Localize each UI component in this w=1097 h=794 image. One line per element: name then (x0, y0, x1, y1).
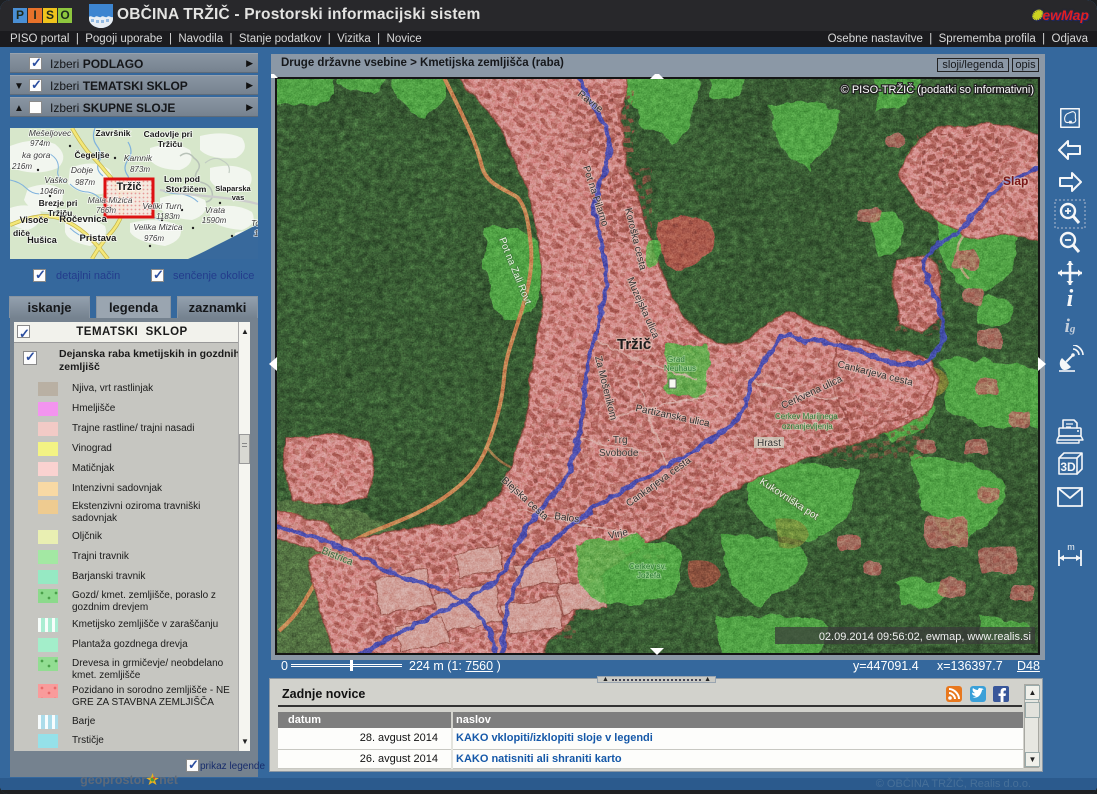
svg-text:Tržič: Tržič (617, 336, 651, 353)
svg-text:Hrast: Hrast (757, 438, 781, 449)
svg-text:Cerkev Marijnega: Cerkev Marijnega (775, 412, 838, 421)
svg-text:· Trg: · Trg (607, 435, 628, 446)
svg-text:Slaparska: Slaparska (215, 184, 251, 193)
svg-text:Slap: Slap (1003, 174, 1028, 188)
svg-text:Grad: Grad (667, 355, 685, 364)
svg-text:diče: diče (13, 228, 30, 238)
svg-text:171: 171 (254, 229, 258, 238)
svg-text:Cadovlje pri: Cadovlje pri (144, 129, 193, 139)
svg-text:Vaško: Vaško (44, 175, 68, 185)
svg-text:Vrata: Vrata (205, 205, 225, 215)
svg-text:Dobje: Dobje (71, 165, 93, 175)
svg-text:Brezje pri: Brezje pri (39, 198, 78, 208)
svg-text:976m: 976m (144, 234, 164, 243)
svg-text:974m: 974m (30, 139, 50, 148)
svg-text:1590m: 1590m (202, 216, 227, 225)
svg-text:1046m: 1046m (40, 187, 65, 196)
svg-text:Tržiču: Tržiču (158, 139, 183, 149)
svg-text:Pristava: Pristava (80, 233, 118, 244)
svg-text:Mala Mizica: Mala Mizica (88, 195, 133, 205)
svg-text:Neuhaus: Neuhaus (664, 364, 696, 373)
svg-text:Kamnik: Kamnik (124, 153, 153, 163)
svg-text:3D: 3D (1060, 460, 1076, 474)
svg-text:Storžičem: Storžičem (166, 184, 207, 194)
svg-text:Visoče: Visoče (20, 215, 49, 225)
svg-text:873m: 873m (130, 165, 150, 174)
svg-text:Jožefa: Jožefa (637, 571, 661, 580)
svg-text:Hušica: Hušica (27, 235, 58, 245)
svg-text:oznanjevljenja: oznanjevljenja (782, 422, 833, 431)
svg-text:Veliki Turn: Veliki Turn (142, 201, 181, 211)
svg-text:Čegeljše: Čegeljše (75, 149, 110, 160)
svg-text:Mešeljovec: Mešeljovec (29, 128, 72, 138)
svg-text:© PISO-TRŽIČ (podatki so infor: © PISO-TRŽIČ (podatki so informativni) (841, 83, 1034, 96)
svg-text:Svobode: Svobode (599, 448, 639, 459)
svg-text:Lom pod: Lom pod (164, 174, 200, 184)
svg-text:m: m (1067, 542, 1075, 552)
svg-text:216m: 216m (11, 162, 32, 171)
svg-text:Ročevnica: Ročevnica (59, 214, 107, 225)
svg-text:1183m: 1183m (156, 212, 180, 221)
svg-text:Tržič: Tržič (116, 181, 141, 193)
svg-text:02.09.2014 09:56:02, ewmap, ww: 02.09.2014 09:56:02, ewmap, www.realis.s… (819, 631, 1031, 643)
svg-text:987m: 987m (75, 178, 95, 187)
svg-text:ka gora: ka gora (22, 150, 51, 160)
svg-text:Završnik: Završnik (96, 128, 131, 138)
svg-text:Velika Mizica: Velika Mizica (133, 222, 183, 232)
svg-text:Cerkev sv.: Cerkev sv. (629, 562, 666, 571)
svg-text:Tolst: Tolst (251, 218, 258, 228)
svg-text:vas: vas (232, 193, 245, 202)
